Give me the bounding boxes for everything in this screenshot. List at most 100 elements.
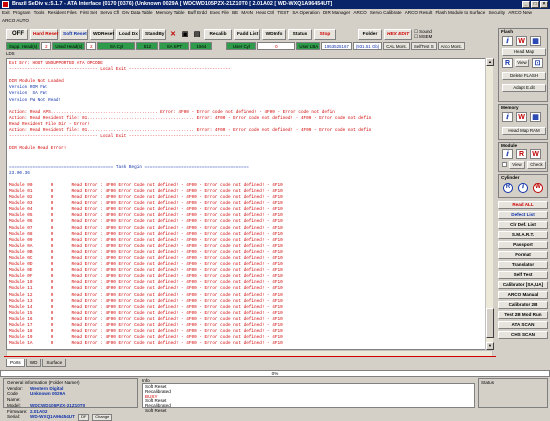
save-icon[interactable]: ▣ <box>180 29 190 40</box>
memory-write-icon[interactable]: W <box>516 112 527 122</box>
arco-mont-button[interactable]: Arco Mont. <box>437 42 465 50</box>
selftest-button[interactable]: SelfTest S <box>410 42 437 50</box>
menu-item[interactable]: Tools <box>34 9 45 17</box>
flash-view-button[interactable]: View <box>515 59 529 67</box>
defect-list-button[interactable]: Defect List <box>498 211 548 219</box>
scroll-up-icon[interactable]: ▲ <box>486 58 494 66</box>
menu-item[interactable]: DIR Manager <box>323 9 350 17</box>
test-2b-mod-run-button[interactable]: Test 2B Mod Run <box>498 311 548 319</box>
memory-group: Memory ⅈ W ▦ Head Map RAM <box>498 104 548 140</box>
folder-button[interactable]: Folder <box>358 29 382 40</box>
flash-read-icon[interactable]: R <box>502 58 513 68</box>
translator-button[interactable]: Translator <box>498 261 548 269</box>
info-list[interactable]: Soft Reset Recalibrated BUSY Soft Reset Reca… <box>142 383 475 413</box>
menu-item[interactable]: Exec File <box>210 9 229 17</box>
df-button[interactable]: DF <box>77 414 90 421</box>
ata-scan-button[interactable]: ATA SCAN <box>498 321 548 329</box>
chs-scan-button[interactable]: CHS SCAN <box>498 331 548 339</box>
standby-button[interactable]: StandBy <box>142 29 166 40</box>
menu-item[interactable]: Memory Table <box>156 9 185 17</box>
maximize-icon[interactable]: □ <box>531 1 539 8</box>
menu-item[interactable]: ARCO AUTO <box>2 17 29 25</box>
module-write-icon[interactable]: W <box>530 149 541 159</box>
menu-item[interactable]: Program <box>13 9 31 17</box>
flash-info-icon[interactable]: ⅈ <box>502 36 513 46</box>
recalib-button[interactable]: Recalib <box>204 29 232 40</box>
wdreset-button[interactable]: WDReset <box>90 29 114 40</box>
menu-item[interactable]: MAIN <box>241 9 252 17</box>
menu-item[interactable]: Security <box>488 9 505 17</box>
menu-item[interactable]: Servo Calibrate <box>370 9 402 17</box>
close-icon[interactable]: × <box>540 1 548 8</box>
cancel-icon[interactable]: ✕ <box>168 29 178 40</box>
info-line: Soft Reset <box>145 407 167 413</box>
tab-ports[interactable]: Ports <box>6 359 25 367</box>
module-info-icon[interactable]: ⅈ <box>502 149 513 159</box>
menu-item[interactable]: Buff Erdd <box>188 9 207 17</box>
fadd-list-button[interactable]: Fadd List <box>234 29 260 40</box>
flash-erase-icon[interactable]: ⊡ <box>532 58 543 68</box>
menu-item[interactable]: ARCO New <box>508 9 532 17</box>
memory-chip-icon[interactable]: ▦ <box>530 112 541 122</box>
head-map-ram-button[interactable]: Head Map RAM <box>502 127 546 135</box>
adapt-edit-button[interactable]: Adapt E.dit <box>502 84 546 92</box>
memory-info-icon[interactable]: ⅈ <box>502 112 513 122</box>
head-map-button[interactable]: Head Map <box>502 48 546 56</box>
msem-checkbox[interactable]: ☐ MSEM <box>414 34 440 39</box>
off-button[interactable]: OFF <box>6 29 28 40</box>
memory-group-title: Memory <box>501 105 519 110</box>
module-read-icon[interactable]: R <box>516 149 527 159</box>
scroll-thumb[interactable] <box>486 308 494 338</box>
serial-label: Serial: <box>7 414 21 420</box>
log-output[interactable]: Ext Err: HOST UNSUPPORTED ATA OPCODE ----… <box>6 58 493 350</box>
hex-edit-button[interactable]: HEX EDIT <box>384 29 412 40</box>
read-all-button[interactable]: Read ALL <box>498 201 548 209</box>
menu-item[interactable]: TEST <box>277 9 289 17</box>
menu-item[interactable]: BE <box>232 9 238 17</box>
menu-item[interactable]: Resident Files <box>48 9 77 17</box>
menu-item[interactable]: Drv Data Table <box>122 9 152 17</box>
flash-write-icon[interactable]: W <box>516 36 527 46</box>
log-scrollbar[interactable]: ▲ ▼ <box>485 58 494 350</box>
menu-item[interactable]: Flash Module to Surface <box>435 9 485 17</box>
change-button[interactable]: Change <box>92 414 113 421</box>
sa-cyl-value: 512 <box>136 42 159 50</box>
tab-surface[interactable]: Surface <box>42 359 67 367</box>
menu-item[interactable]: ARCO <box>353 9 366 17</box>
cal-mont-button[interactable]: CAL Mont. <box>383 42 410 50</box>
module-view-button[interactable]: View <box>509 161 525 169</box>
soft-reset-button[interactable]: Soft Reset <box>60 29 88 40</box>
self-test-button[interactable]: Self Test <box>498 271 548 279</box>
clr-def-list-button[interactable]: Clr Def. List <box>498 221 548 229</box>
scroll-down-icon[interactable]: ▼ <box>486 342 494 350</box>
supp-heads-value: 2 <box>41 42 52 50</box>
format-button[interactable]: Format <box>498 251 548 259</box>
print-icon[interactable]: ▤ <box>192 29 202 40</box>
module-checkbox[interactable] <box>502 162 507 167</box>
cylinder-write-icon[interactable]: W <box>533 183 543 193</box>
status-button[interactable]: Status <box>288 29 312 40</box>
module-check-button[interactable]: Check <box>527 161 546 169</box>
cylinder-read-icon[interactable]: R <box>503 183 513 193</box>
hard-reset-button[interactable]: Hard Reset <box>30 29 58 40</box>
s-m-a-r-t-button[interactable]: S.M.A.R.T. <box>498 231 548 239</box>
cylinder-info-icon[interactable]: ⅈ <box>518 183 528 193</box>
calibrator-sa-ua-button[interactable]: Calibrator [SA,UA] <box>498 281 548 289</box>
menu-item[interactable]: First Set <box>80 9 97 17</box>
code-name-value: Unknown 0029A <box>30 391 66 397</box>
minimize-icon[interactable]: _ <box>522 1 530 8</box>
menu-item[interactable]: Heat Ctrl <box>256 9 274 17</box>
tab-wd[interactable]: WD <box>25 359 42 367</box>
stop-button[interactable]: Stop <box>314 29 336 40</box>
menu-item[interactable]: Servo Cfl <box>100 9 119 17</box>
menu-item[interactable]: Exit <box>2 9 10 17</box>
arco-manual-button[interactable]: ARCO Manual <box>498 291 548 299</box>
menu-item[interactable]: ARCO Result <box>405 9 433 17</box>
passport-button[interactable]: Passport <box>498 241 548 249</box>
delete-flash-button[interactable]: Delete FLASH <box>502 72 546 80</box>
calibrator-2b-button[interactable]: Calibrator 2B <box>498 301 548 309</box>
menu-item[interactable]: SA Operation <box>292 9 319 17</box>
flash-chip-icon[interactable]: ▦ <box>530 36 541 46</box>
load-dx-button[interactable]: Load Dx <box>116 29 140 40</box>
wdinfo-button[interactable]: WDInfo <box>262 29 286 40</box>
